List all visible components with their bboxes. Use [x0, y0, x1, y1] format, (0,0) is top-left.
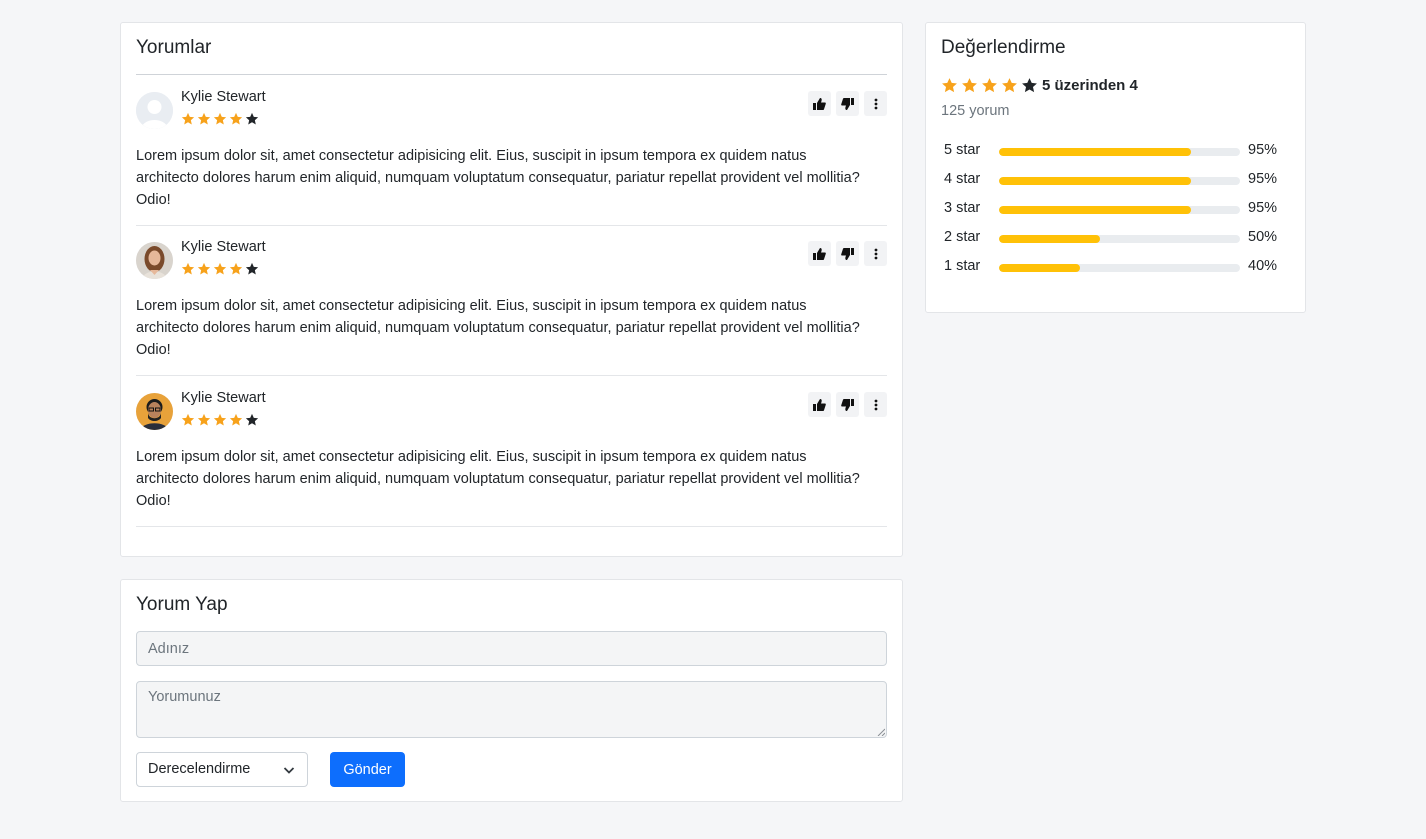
star-empty-icon: [245, 413, 259, 426]
thumbs-down-icon: [841, 97, 854, 110]
star-filled-icon: [982, 78, 997, 93]
rating-summary-card: Değerlendirme 5 üzerinden 4 125 yorum 5 …: [925, 22, 1306, 313]
star-filled-icon: [197, 262, 211, 275]
reviewer-name: Kylie Stewart: [181, 390, 266, 406]
star-filled-icon: [213, 112, 227, 125]
star-empty-icon: [245, 262, 259, 275]
more-button[interactable]: [864, 91, 887, 116]
reviews-card: Yorumlar Kylie Stewart Lorem ipsum dolor…: [120, 22, 903, 557]
rating-progress-fill: [999, 177, 1192, 185]
comment-textarea[interactable]: [136, 681, 887, 738]
more-button[interactable]: [864, 241, 887, 266]
rating-progress-fill: [999, 206, 1192, 214]
review-stars: [181, 112, 259, 126]
dislike-button[interactable]: [836, 91, 859, 116]
rating-row-5: 5 star 95%: [944, 142, 1284, 162]
rating-row-percent: 40%: [1248, 258, 1278, 274]
resize-grip-icon[interactable]: [877, 728, 885, 736]
chevron-down-icon: [283, 767, 295, 774]
dislike-button[interactable]: [836, 392, 859, 417]
rating-select-value: Derecelendirme: [148, 761, 251, 777]
thumbs-down-icon: [841, 247, 854, 260]
placeholder-user-avatar: [136, 92, 173, 129]
woman-photo-avatar: [136, 242, 173, 279]
review-actions: [808, 91, 887, 116]
review-count: 125 yorum: [941, 103, 1010, 119]
like-button[interactable]: [808, 91, 831, 116]
summary-stars: [941, 77, 1038, 94]
rating-progress-track: [999, 148, 1240, 156]
rating-row-3: 3 star 95%: [944, 200, 1284, 220]
rating-row-percent: 95%: [1248, 171, 1278, 187]
review-text: Lorem ipsum dolor sit, amet consectetur …: [136, 298, 860, 358]
rating-progress-track: [999, 206, 1240, 214]
star-filled-icon: [197, 112, 211, 125]
rating-progress-fill: [999, 235, 1101, 243]
rating-row-label: 1 star: [944, 258, 981, 274]
rating-row-label: 5 star: [944, 142, 981, 158]
more-vertical-icon: [874, 248, 877, 259]
rating-row-4: 4 star 95%: [944, 171, 1284, 191]
rating-progress-fill: [999, 264, 1080, 272]
thumbs-up-icon: [813, 97, 826, 110]
man-photo-avatar: [136, 393, 173, 430]
star-filled-icon: [1002, 78, 1017, 93]
review-item: Kylie Stewart Lorem ipsum dolor sit, ame…: [136, 225, 887, 376]
form-title: Yorum Yap: [136, 594, 228, 615]
star-filled-icon: [229, 262, 243, 275]
name-input[interactable]: [136, 631, 887, 666]
rating-row-percent: 95%: [1248, 142, 1278, 158]
star-empty-icon: [1022, 78, 1037, 93]
review-form-card: Yorum Yap Derecelendirme Gönder: [120, 579, 903, 802]
thumbs-down-icon: [841, 398, 854, 411]
star-filled-icon: [962, 78, 977, 93]
rating-select[interactable]: Derecelendirme: [136, 752, 308, 787]
like-button[interactable]: [808, 241, 831, 266]
reviewer-name: Kylie Stewart: [181, 89, 266, 105]
thumbs-up-icon: [813, 398, 826, 411]
rating-row-label: 3 star: [944, 200, 981, 216]
rating-row-1: 1 star 40%: [944, 258, 1284, 278]
review-text: Lorem ipsum dolor sit, amet consectetur …: [136, 449, 860, 509]
rating-row-label: 4 star: [944, 171, 981, 187]
star-empty-icon: [245, 112, 259, 125]
rating-row-percent: 95%: [1248, 200, 1278, 216]
reviewer-name: Kylie Stewart: [181, 239, 266, 255]
thumbs-up-icon: [813, 247, 826, 260]
star-filled-icon: [213, 262, 227, 275]
rating-title: Değerlendirme: [941, 37, 1066, 58]
review-actions: [808, 392, 887, 417]
dislike-button[interactable]: [836, 241, 859, 266]
review-actions: [808, 241, 887, 266]
more-vertical-icon: [874, 98, 877, 109]
rating-row-label: 2 star: [944, 229, 981, 245]
reviews-title: Yorumlar: [136, 37, 212, 58]
review-item: Kylie Stewart Lorem ipsum dolor sit, ame…: [136, 376, 887, 527]
rating-progress-fill: [999, 148, 1192, 156]
more-vertical-icon: [874, 399, 877, 410]
review-stars: [181, 413, 259, 427]
star-filled-icon: [197, 413, 211, 426]
rating-summary-text: 5 üzerinden 4: [1042, 77, 1138, 94]
submit-button[interactable]: Gönder: [330, 752, 405, 787]
star-filled-icon: [229, 112, 243, 125]
star-filled-icon: [181, 112, 195, 125]
star-filled-icon: [181, 413, 195, 426]
rating-row-2: 2 star 50%: [944, 229, 1284, 249]
review-item: Kylie Stewart Lorem ipsum dolor sit, ame…: [136, 75, 887, 226]
star-filled-icon: [229, 413, 243, 426]
star-filled-icon: [213, 413, 227, 426]
like-button[interactable]: [808, 392, 831, 417]
rating-progress-track: [999, 235, 1240, 243]
more-button[interactable]: [864, 392, 887, 417]
rating-row-percent: 50%: [1248, 229, 1278, 245]
star-filled-icon: [181, 262, 195, 275]
review-text: Lorem ipsum dolor sit, amet consectetur …: [136, 148, 860, 208]
rating-progress-track: [999, 177, 1240, 185]
review-stars: [181, 262, 259, 276]
star-filled-icon: [942, 78, 957, 93]
rating-progress-track: [999, 264, 1240, 272]
